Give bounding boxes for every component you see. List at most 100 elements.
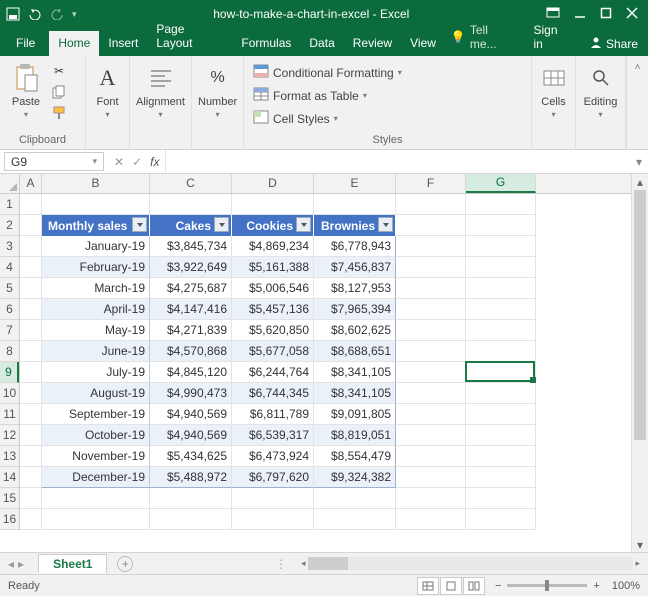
table-cell[interactable]: $8,341,105 <box>314 383 396 404</box>
zoom-level[interactable]: 100% <box>612 580 640 592</box>
cell-G13[interactable] <box>466 446 536 467</box>
table-cell[interactable]: April-19 <box>42 299 150 320</box>
page-layout-view-button[interactable] <box>440 577 462 595</box>
cell-G8[interactable] <box>466 341 536 362</box>
table-cell[interactable]: $6,244,764 <box>232 362 314 383</box>
cell-F6[interactable] <box>396 299 466 320</box>
filter-button[interactable] <box>296 217 311 232</box>
row-header-9[interactable]: 9 <box>0 362 19 383</box>
table-cell[interactable]: October-19 <box>42 425 150 446</box>
cell-F12[interactable] <box>396 425 466 446</box>
tab-data[interactable]: Data <box>300 31 343 56</box>
row-header-15[interactable]: 15 <box>0 488 19 509</box>
row-header-1[interactable]: 1 <box>0 194 19 215</box>
cell-A10[interactable] <box>20 383 42 404</box>
table-cell[interactable]: November-19 <box>42 446 150 467</box>
row-header-2[interactable]: 2 <box>0 215 19 236</box>
table-cell[interactable]: $8,688,651 <box>314 341 396 362</box>
cell-F4[interactable] <box>396 257 466 278</box>
normal-view-button[interactable] <box>417 577 439 595</box>
cell-C15[interactable] <box>150 488 232 509</box>
row-header-11[interactable]: 11 <box>0 404 19 425</box>
table-cell[interactable]: $4,147,416 <box>150 299 232 320</box>
table-cell[interactable]: June-19 <box>42 341 150 362</box>
table-cell[interactable]: $6,778,943 <box>314 236 396 257</box>
cell-A9[interactable] <box>20 362 42 383</box>
cell-A12[interactable] <box>20 425 42 446</box>
cell-F15[interactable] <box>396 488 466 509</box>
cell-A4[interactable] <box>20 257 42 278</box>
paste-button[interactable]: Paste ▾ <box>6 60 46 119</box>
table-header[interactable]: Cakes <box>150 215 232 236</box>
table-cell[interactable]: $4,271,839 <box>150 320 232 341</box>
table-cell[interactable]: September-19 <box>42 404 150 425</box>
table-cell[interactable]: $8,554,479 <box>314 446 396 467</box>
row-header-3[interactable]: 3 <box>0 236 19 257</box>
cell-F9[interactable] <box>396 362 466 383</box>
table-cell[interactable]: $5,677,058 <box>232 341 314 362</box>
editing-button[interactable]: Editing▾ <box>582 60 619 119</box>
name-box[interactable]: G9▾ <box>4 152 104 171</box>
tab-insert[interactable]: Insert <box>99 31 147 56</box>
zoom-slider[interactable] <box>507 584 587 587</box>
table-cell[interactable]: $9,324,382 <box>314 467 396 488</box>
cells-area[interactable]: Monthly salesCakesCookiesBrowniesJanuary… <box>20 194 631 530</box>
alignment-button[interactable]: Alignment▾ <box>136 60 185 119</box>
tab-review[interactable]: Review <box>344 31 401 56</box>
table-cell[interactable]: $5,006,546 <box>232 278 314 299</box>
cell-G11[interactable] <box>466 404 536 425</box>
format-painter-button[interactable] <box>50 104 68 122</box>
table-cell[interactable]: $5,620,850 <box>232 320 314 341</box>
undo-icon[interactable] <box>28 8 42 20</box>
row-header-5[interactable]: 5 <box>0 278 19 299</box>
cell-D16[interactable] <box>232 509 314 530</box>
select-all-corner[interactable] <box>0 174 20 194</box>
cell-A6[interactable] <box>20 299 42 320</box>
tab-file[interactable]: File <box>4 31 49 56</box>
table-cell[interactable]: $3,845,734 <box>150 236 232 257</box>
table-cell[interactable]: $5,488,972 <box>150 467 232 488</box>
fx-icon[interactable]: fx <box>150 155 159 169</box>
cell-F14[interactable] <box>396 467 466 488</box>
column-header-A[interactable]: A <box>20 174 42 193</box>
vertical-scrollbar[interactable]: ▴ ▾ <box>631 174 648 552</box>
cell-C1[interactable] <box>150 194 232 215</box>
cell-A5[interactable] <box>20 278 42 299</box>
sheet-nav-prev-icon[interactable]: ◂ <box>8 557 14 571</box>
table-cell[interactable]: $6,539,317 <box>232 425 314 446</box>
cell-B1[interactable] <box>42 194 150 215</box>
cell-G9[interactable] <box>466 362 536 383</box>
cell-B16[interactable] <box>42 509 150 530</box>
scroll-down-icon[interactable]: ▾ <box>632 537 648 552</box>
table-cell[interactable]: $5,161,388 <box>232 257 314 278</box>
cell-D1[interactable] <box>232 194 314 215</box>
horizontal-scrollbar[interactable]: ◂ ▸ <box>301 557 640 570</box>
row-header-7[interactable]: 7 <box>0 320 19 341</box>
cell-A13[interactable] <box>20 446 42 467</box>
vscroll-thumb[interactable] <box>634 190 646 440</box>
row-header-6[interactable]: 6 <box>0 299 19 320</box>
table-header[interactable]: Brownies <box>314 215 396 236</box>
share-button[interactable]: Share <box>580 31 648 56</box>
cell-B15[interactable] <box>42 488 150 509</box>
cell-styles-button[interactable]: Cell Styles▾ <box>250 108 405 129</box>
cut-button[interactable]: ✂ <box>50 62 68 80</box>
zoom-in-button[interactable]: + <box>593 580 599 592</box>
cell-G14[interactable] <box>466 467 536 488</box>
scroll-left-icon[interactable]: ◂ <box>301 558 306 569</box>
copy-button[interactable] <box>50 83 68 101</box>
sheet-nav-next-icon[interactable]: ▸ <box>18 557 24 571</box>
row-header-13[interactable]: 13 <box>0 446 19 467</box>
sign-in[interactable]: Sign in <box>523 18 579 56</box>
row-header-8[interactable]: 8 <box>0 341 19 362</box>
tab-home[interactable]: Home <box>49 31 99 56</box>
maximize-icon[interactable] <box>600 7 612 22</box>
table-cell[interactable]: March-19 <box>42 278 150 299</box>
cell-A2[interactable] <box>20 215 42 236</box>
cell-G2[interactable] <box>466 215 536 236</box>
column-header-D[interactable]: D <box>232 174 314 193</box>
tab-formulas[interactable]: Formulas <box>232 31 300 56</box>
cell-E1[interactable] <box>314 194 396 215</box>
cell-G4[interactable] <box>466 257 536 278</box>
tab-page-layout[interactable]: Page Layout <box>147 17 232 56</box>
